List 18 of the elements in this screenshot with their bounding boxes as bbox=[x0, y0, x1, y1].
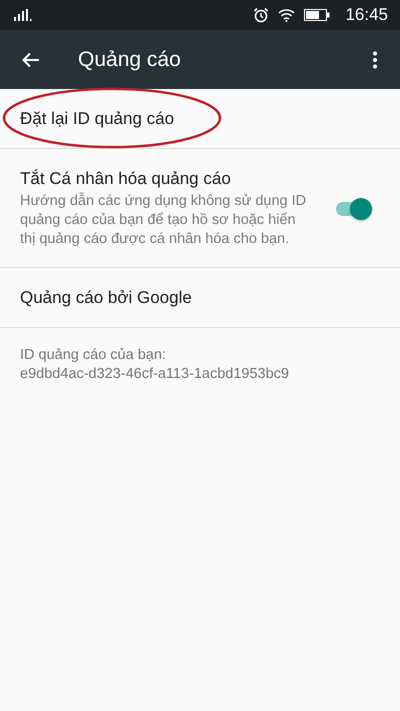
toolbar-title: Quảng cáo bbox=[78, 48, 182, 72]
battery-icon bbox=[304, 9, 330, 21]
toggle-switch[interactable] bbox=[334, 197, 372, 221]
item-title: Đặt lại ID quảng cáo bbox=[20, 108, 174, 128]
wifi-icon bbox=[278, 8, 296, 22]
alarm-icon bbox=[253, 7, 270, 23]
signal-icon bbox=[14, 9, 32, 21]
settings-item[interactable]: Đặt lại ID quảng cáo bbox=[0, 89, 400, 149]
item-title: Quảng cáo bởi Google bbox=[20, 288, 192, 308]
back-arrow-icon bbox=[22, 52, 40, 68]
more-vertical-icon bbox=[372, 50, 378, 68]
clock-time: 16:45 bbox=[345, 5, 388, 25]
footer-text: ID quảng cáo của bạn: bbox=[20, 346, 167, 365]
settings-item[interactable]: Quảng cáo bởi Google bbox=[0, 268, 400, 328]
item-title: Tắt Cá nhân hóa quảng cáo bbox=[20, 169, 232, 189]
footer-text: e9dbd4ac-d323-46cf-a113-1acbd1953bc9 bbox=[20, 365, 290, 384]
settings-item[interactable]: Tắt Cá nhân hóa quảng cáo Hướng dẫn các ứng dụng không sử dụng ID quảng cáo của bạn để tạo hồ sơ hoặc hiển thị quảng cáo được cá nhân hóa cho bạn. bbox=[0, 149, 400, 268]
item-summary: Hướng dẫn các ứng dụng không sử dụng ID quảng cáo của bạn để tạo hồ sơ hoặc hiển thị quảng cáo được cá nhân hóa cho bạn. bbox=[20, 192, 308, 249]
